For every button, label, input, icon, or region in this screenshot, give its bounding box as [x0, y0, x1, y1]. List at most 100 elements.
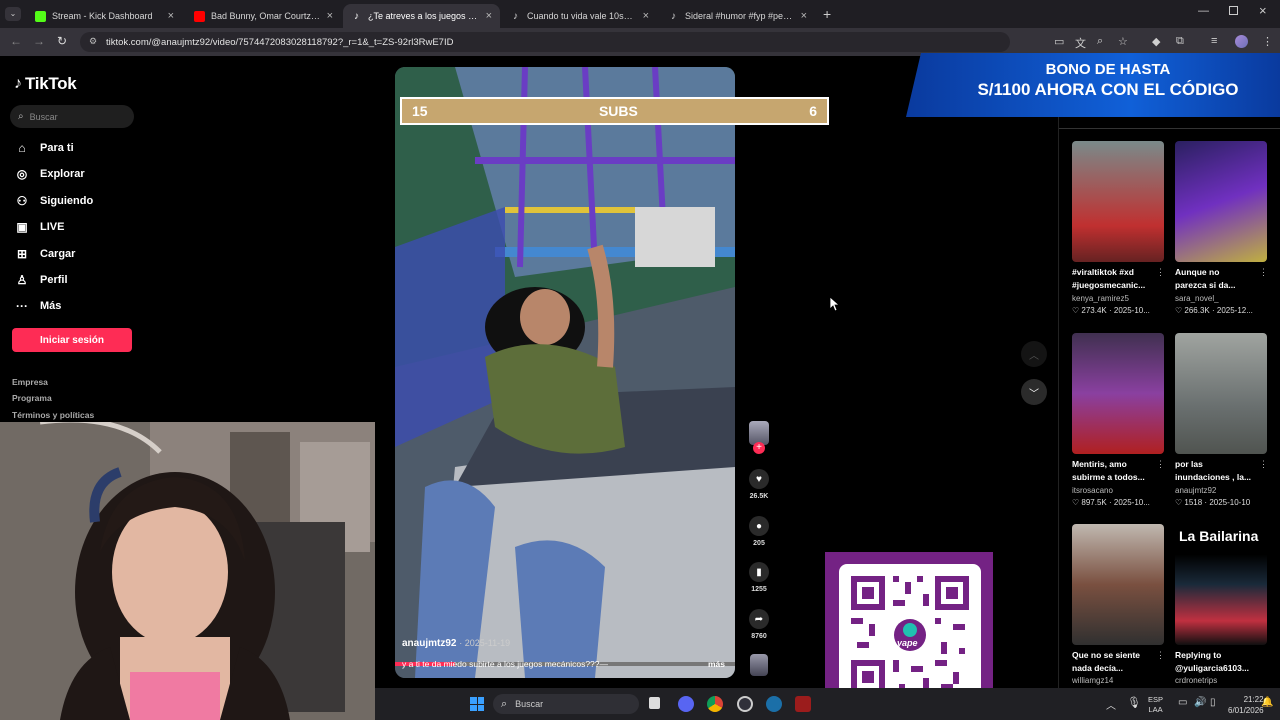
recommended-card[interactable]: La Bailarina Replying to @yuligarcia6103.…: [1175, 524, 1267, 685]
tiktok-logo[interactable]: ♪ TikTok: [14, 74, 77, 94]
reload-icon[interactable]: ↻: [57, 34, 67, 48]
mic-icon[interactable]: 🎙: [1127, 696, 1141, 709]
music-disc-icon[interactable]: [750, 654, 768, 676]
footer-link-programa[interactable]: Programa: [12, 393, 52, 403]
heart-icon: ♥: [749, 469, 769, 489]
site-info-icon[interactable]: ⚙: [89, 36, 97, 47]
comment-count: 205: [753, 540, 765, 547]
close-icon[interactable]: ×: [801, 10, 807, 22]
extension-icon[interactable]: ◆: [1152, 35, 1160, 48]
cast-icon[interactable]: ▭: [1054, 35, 1064, 48]
close-icon[interactable]: ×: [486, 10, 492, 22]
tab-youtube[interactable]: Bad Bunny, Omar Courtz, Dei V ×: [186, 4, 341, 28]
more-link[interactable]: más: [708, 659, 725, 669]
forward-icon[interactable]: →: [33, 34, 45, 48]
youtube-icon: [194, 10, 205, 22]
footer-link-terminos[interactable]: Términos y políticas: [12, 410, 94, 420]
bookmark-star-icon[interactable]: ☆: [1118, 35, 1128, 48]
nav-cargar[interactable]: ⊞ Cargar: [14, 247, 76, 261]
video-date: 2025-11-19: [464, 638, 511, 648]
new-tab-button[interactable]: +: [823, 6, 831, 22]
task-view-icon[interactable]: [649, 697, 660, 709]
windows-start-icon[interactable]: [470, 697, 484, 711]
nav-live[interactable]: ▣ LIVE: [14, 220, 64, 234]
share-button[interactable]: ➦ 8760: [749, 609, 769, 640]
puzzle-icon[interactable]: ⧉: [1176, 35, 1184, 48]
steam-icon[interactable]: [766, 696, 782, 712]
close-window-button[interactable]: ×: [1259, 3, 1267, 18]
follow-plus-icon[interactable]: +: [753, 442, 765, 454]
tab-search-button[interactable]: ⌄: [5, 7, 21, 21]
obs-icon[interactable]: [737, 696, 753, 712]
nav-explorar[interactable]: ◎ Explorar: [14, 167, 85, 181]
back-icon[interactable]: ←: [10, 34, 22, 48]
maximize-button[interactable]: [1229, 6, 1238, 15]
card-more-icon[interactable]: ⋮: [1259, 459, 1268, 470]
tab-tiktok-active[interactable]: ♪ ¿Te atreves a los juegos mecán ×: [343, 4, 500, 28]
video-author[interactable]: anaujmtz92: [402, 638, 456, 649]
nav-label: Más: [40, 300, 62, 312]
media-icon[interactable]: ≡: [1211, 35, 1217, 47]
close-icon[interactable]: ×: [643, 10, 649, 22]
battery-icon[interactable]: ▯: [1210, 697, 1216, 708]
card-more-icon[interactable]: ⋮: [1259, 267, 1268, 278]
close-icon[interactable]: ×: [327, 10, 333, 22]
like-button[interactable]: ♥ 26.5K: [749, 469, 769, 500]
recommended-card[interactable]: Mentiris, amo subirme a todos... itsrosac…: [1072, 333, 1165, 507]
nav-mas[interactable]: ··· Más: [14, 299, 61, 313]
live-icon: ▣: [16, 220, 28, 234]
nav-siguiendo[interactable]: ⚇ Siguiendo: [14, 194, 94, 208]
volume-icon[interactable]: 🔊: [1194, 697, 1206, 708]
close-icon[interactable]: ×: [168, 10, 174, 22]
tab-tiktok-3[interactable]: ♪ Sideral #humor #fyp #perure ×: [660, 4, 815, 28]
avatar[interactable]: [1235, 35, 1248, 48]
video-thumbnail: [1175, 141, 1267, 262]
nav-perfil[interactable]: ♙ Perfil: [14, 273, 68, 287]
tray-chevron-icon[interactable]: ︿: [1106, 697, 1116, 712]
search-icon: ⌕: [18, 111, 24, 122]
zoom-icon[interactable]: ⌕: [1097, 35, 1103, 48]
yape-logo-text: yape: [897, 638, 918, 648]
previous-video-button[interactable]: ︿: [1021, 341, 1047, 367]
card-more-icon[interactable]: ⋮: [1156, 650, 1165, 661]
footer-link-empresa[interactable]: Empresa: [12, 377, 48, 387]
url-bar[interactable]: ⚙ tiktok.com/@anaujmtz92/video/757447208…: [80, 32, 1010, 52]
recommended-scrollbar[interactable]: [1058, 117, 1059, 688]
card-stats: ♡ 1518 · 2025-10-10: [1175, 498, 1251, 507]
recommended-card[interactable]: #viraltiktok #xd #juegosmecanic... kenya_…: [1072, 141, 1165, 315]
discord-icon[interactable]: [678, 696, 694, 712]
recommended-card[interactable]: por las inundaciones , la... anaujmtz92 ♡…: [1175, 333, 1268, 507]
save-button[interactable]: ▮ 1255: [749, 562, 769, 593]
login-button[interactable]: Iniciar sesión: [12, 328, 132, 352]
card-more-icon[interactable]: ⋮: [1156, 267, 1165, 278]
next-video-button[interactable]: ﹀: [1021, 379, 1047, 405]
comment-button[interactable]: ● 205: [749, 516, 769, 547]
search-input[interactable]: Buscar: [30, 112, 58, 122]
video-thumbnail: [1072, 333, 1164, 454]
url-text: tiktok.com/@anaujmtz92/video/75744720830…: [106, 36, 454, 48]
chrome-icon[interactable]: [707, 696, 723, 712]
clock[interactable]: 21:22 6/01/2026: [1228, 694, 1264, 716]
thumbnail-text: La Bailarina: [1179, 528, 1259, 544]
recommended-card[interactable]: Aunque no parezca si da... sara_novel_ ♡ …: [1175, 141, 1268, 315]
tab-tiktok-2[interactable]: ♪ Cuando tu vida vale 10so #pley ×: [502, 4, 657, 28]
search-box[interactable]: ⌕ Buscar: [10, 105, 134, 128]
recommended-card[interactable]: Que no se siente nada decía... williamgz1…: [1072, 524, 1165, 685]
video-thumbnail: [1072, 141, 1164, 262]
nav-para-ti[interactable]: ⌂ Para ti: [14, 141, 73, 155]
game-icon[interactable]: [795, 696, 811, 712]
card-more-icon[interactable]: ⋮: [1156, 459, 1165, 470]
notification-icon[interactable]: 🔔: [1261, 697, 1273, 708]
taskbar-search[interactable]: ⌕ Buscar: [493, 694, 639, 714]
menu-icon[interactable]: ⋮: [1262, 35, 1273, 48]
network-icon[interactable]: ▭: [1178, 697, 1187, 708]
minimize-button[interactable]: —: [1198, 5, 1209, 17]
video-player[interactable]: anaujmtz92 · 2025-11-19 y a ti te da mie…: [395, 67, 735, 678]
translate-icon[interactable]: 文: [1075, 35, 1086, 51]
promo-banner: BONO DE HASTA S/1100 AHORA CON EL CÓDIGO: [906, 53, 1280, 117]
language-indicator[interactable]: ESP LAA: [1148, 695, 1163, 715]
clock-time: 21:22: [1243, 695, 1264, 704]
card-stats: ♡ 273.4K · 2025-10...: [1072, 306, 1150, 315]
tab-kick[interactable]: Stream - Kick Dashboard ×: [27, 4, 182, 28]
share-count: 8760: [751, 633, 767, 640]
